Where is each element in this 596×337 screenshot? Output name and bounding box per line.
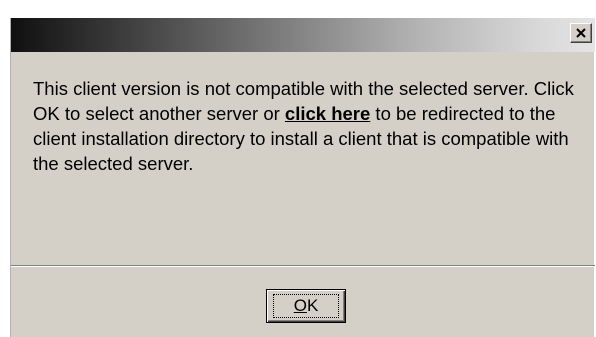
click-here-link[interactable]: click here <box>285 103 370 124</box>
close-icon <box>576 28 586 38</box>
ok-button-label: K <box>306 296 319 315</box>
title-bar[interactable] <box>11 18 595 52</box>
ok-button-focus: OK <box>273 294 339 318</box>
separator <box>11 265 595 267</box>
compatibility-dialog: This client version is not compatible wi… <box>10 18 595 337</box>
message-text: This client version is not compatible wi… <box>33 76 581 176</box>
ok-button[interactable]: OK <box>266 289 346 323</box>
close-button[interactable] <box>570 23 592 43</box>
ok-button-mnemonic: O <box>293 296 307 315</box>
